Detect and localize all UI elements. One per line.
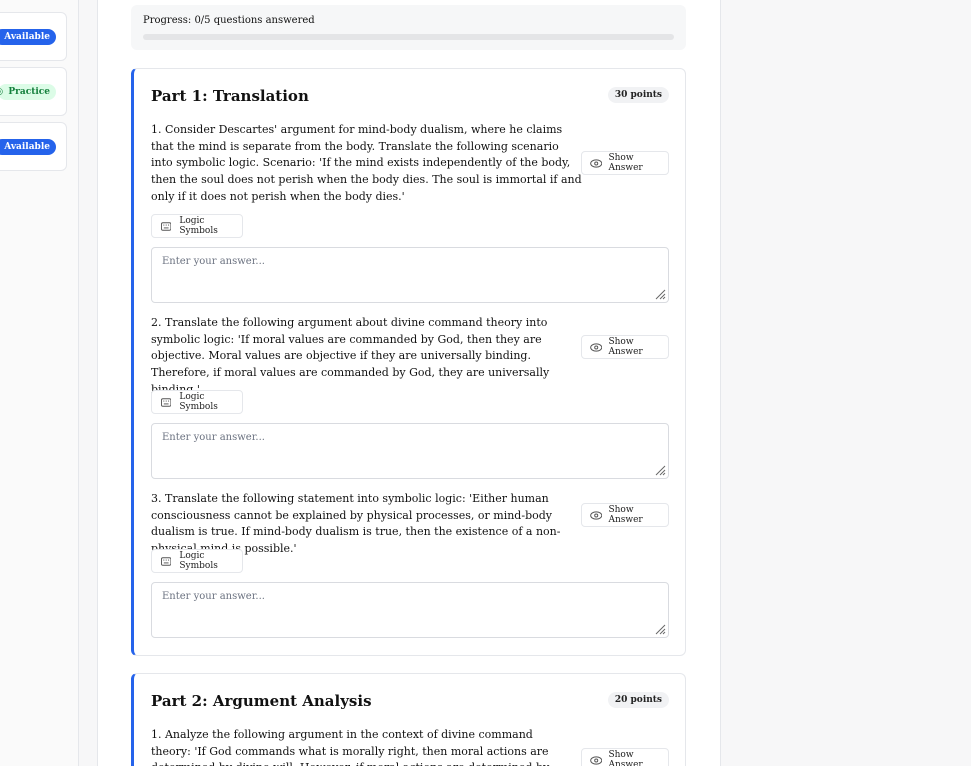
answer-field[interactable] — [151, 247, 669, 303]
keyboard-icon — [161, 397, 172, 407]
points-badge: 30 points — [607, 87, 669, 103]
progress-label: Progress: 0/5 questions answered — [143, 15, 315, 26]
status-badge-available: ☌ Available — [0, 138, 56, 155]
eye-icon — [590, 755, 603, 765]
points-badge: 20 points — [607, 692, 669, 708]
part-title: Part 1: Translation — [151, 87, 309, 105]
answer-textarea[interactable] — [152, 583, 668, 637]
eye-icon — [590, 158, 603, 168]
part-card-translation: Part 1: Translation 30 points 1. Conside… — [131, 68, 686, 656]
show-answer-button[interactable]: Show Answer — [581, 335, 669, 359]
part-title: Part 2: Argument Analysis — [151, 692, 372, 710]
question-text: 2. Translate the following argument abou… — [151, 316, 550, 396]
show-answer-button[interactable]: Show Answer — [581, 151, 669, 175]
show-answer-label: Show Answer — [608, 505, 643, 525]
show-answer-button[interactable]: Show Answer — [581, 748, 669, 766]
show-answer-label: Show Answer — [608, 153, 643, 173]
logic-symbols-label: Logic Symbols — [179, 392, 218, 412]
status-badge-available: ☌ Available — [0, 28, 56, 45]
show-answer-label: Show Answer — [608, 337, 643, 357]
part-card-argument-analysis: Part 2: Argument Analysis 20 points 1. A… — [131, 673, 686, 766]
lock-open-icon: ☌ — [0, 32, 1, 42]
answer-field[interactable] — [151, 582, 669, 638]
eye-icon — [590, 342, 603, 352]
progress-bar — [143, 34, 674, 40]
show-answer-label: Show Answer — [608, 750, 643, 766]
logic-symbols-button[interactable]: Logic Symbols — [151, 390, 243, 414]
question-text: 3. Translate the following statement int… — [151, 492, 561, 556]
question-text: 1. Consider Descartes' argument for mind… — [151, 123, 582, 203]
eye-icon — [590, 510, 603, 520]
assignment-card[interactable]: ☌ Available — [0, 122, 67, 171]
logic-symbols-button[interactable]: Logic Symbols — [151, 214, 243, 238]
keyboard-icon — [161, 221, 172, 231]
show-answer-button[interactable]: Show Answer — [581, 503, 669, 527]
logic-symbols-label: Logic Symbols — [179, 551, 218, 571]
answer-textarea[interactable] — [152, 248, 668, 302]
answer-textarea[interactable] — [152, 424, 668, 478]
logic-symbols-label: Logic Symbols — [179, 216, 218, 236]
assignment-sidebar: ☌ Available ◎ Practice ☌ Available — [0, 0, 79, 766]
status-badge-practice: ◎ Practice — [0, 83, 56, 100]
assignment-card[interactable]: ◎ Practice — [0, 67, 67, 116]
keyboard-icon — [161, 556, 172, 566]
logic-symbols-button[interactable]: Logic Symbols — [151, 549, 243, 573]
lock-open-icon: ☌ — [0, 142, 1, 152]
assignment-card[interactable]: ☌ Available — [0, 12, 67, 61]
question-text: 1. Analyze the following argument in the… — [151, 728, 549, 766]
answer-field[interactable] — [151, 423, 669, 479]
progress-panel: Progress: 0/5 questions answered — [131, 5, 686, 50]
target-icon: ◎ — [0, 87, 5, 97]
